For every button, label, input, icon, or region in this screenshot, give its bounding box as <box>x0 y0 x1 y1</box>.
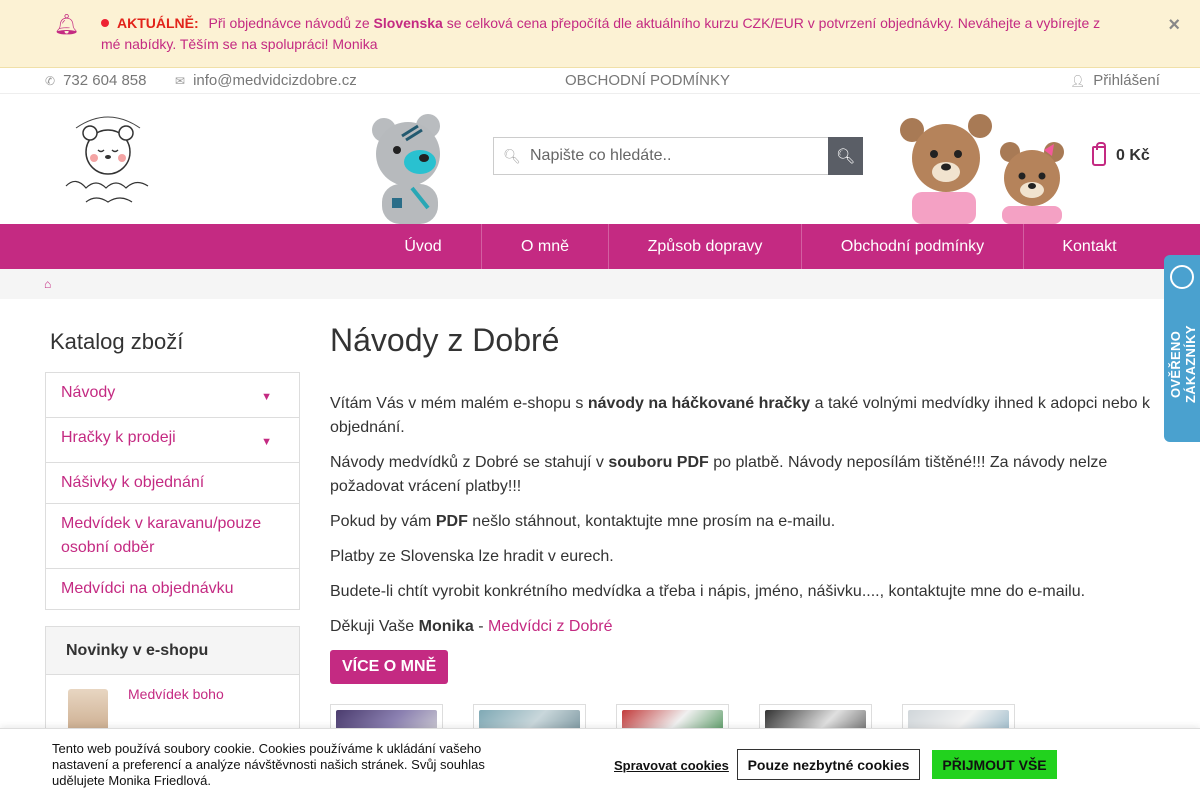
site-header: 🔍︎ 🔍︎ 0 Kč <box>0 94 1200 224</box>
cookie-banner: Tento web používá soubory cookie. Cookie… <box>0 728 1200 800</box>
signature-paragraph: Děkuji Vaše Monika - Medvídci z Dobré <box>330 618 613 635</box>
announcement-text: AKTUÁLNĚ: Při objednávce návodů ze Slove… <box>101 15 1101 52</box>
alert-dot-icon <box>101 19 109 27</box>
bell-icon: 🔔︎ <box>54 14 80 36</box>
terms-link[interactable]: OBCHODNÍ PODMÍNKY <box>565 72 730 89</box>
nav-item-home[interactable]: Úvod <box>365 224 481 269</box>
main-navigation: Úvod O mně Způsob dopravy Obchodní podmí… <box>0 224 1200 269</box>
main-content: Návody z Dobré Vítám Vás v mém malém e-s… <box>330 322 1160 684</box>
verified-by-customers-badge[interactable]: OVĚŘENO ZÁKAZNÍKY <box>1164 255 1200 442</box>
phone-link[interactable]: ✆ 732 604 858 <box>45 72 146 89</box>
page-title: Návody z Dobré <box>330 322 560 358</box>
nav-item-contact[interactable]: Kontakt <box>1023 224 1155 269</box>
catalog-title: Katalog zboží <box>50 329 184 354</box>
search-button[interactable]: 🔍︎ <box>828 137 863 175</box>
catalog-item-nasivky[interactable]: Nášivky k objednání <box>46 462 299 503</box>
catalog-item-navody[interactable]: Návody ▼ <box>46 373 299 417</box>
envelope-icon: ✉ <box>175 73 186 88</box>
intro-paragraph: Vítám Vás v mém malém e-shopu s návody n… <box>330 395 1150 436</box>
accept-all-button[interactable]: PŘIJMOUT VŠE <box>932 750 1057 779</box>
email-link[interactable]: ✉ info@medvidcizdobre.cz <box>175 72 357 89</box>
product-link[interactable]: Medvídek boho <box>128 686 224 702</box>
search-icon: 🔍︎ <box>503 147 521 164</box>
search-icon: 🔍︎ <box>835 148 856 165</box>
user-icon: 👤︎ <box>1070 73 1086 88</box>
payment-paragraph: Platby ze Slovenska lze hradit v eurech. <box>330 548 614 565</box>
nav-item-about[interactable]: O mně <box>481 224 608 269</box>
pdf-paragraph: Návody medvídků z Dobré se stahují v sou… <box>330 454 1108 495</box>
nav-item-shipping[interactable]: Způsob dopravy <box>608 224 801 269</box>
nav-item-terms[interactable]: Obchodní podmínky <box>801 224 1023 269</box>
cart-button[interactable]: 0 Kč <box>1092 142 1150 166</box>
bear-gray-image <box>372 114 440 224</box>
chevron-down-icon[interactable]: ▼ <box>261 430 272 454</box>
breadcrumb: ⌂ <box>0 269 1200 299</box>
cookie-message: Tento web používá soubory cookie. Cookie… <box>52 741 485 788</box>
pdf-help-paragraph: Pokud by vám PDF nešlo stáhnout, kontakt… <box>330 513 836 530</box>
cart-icon <box>1092 142 1106 166</box>
search-form: 🔍︎ 🔍︎ <box>493 137 863 175</box>
seal-icon <box>1170 265 1194 289</box>
custom-order-paragraph: Budete-li chtít vyrobit konkrétního medv… <box>330 583 1086 600</box>
chevron-down-icon[interactable]: ▼ <box>261 385 272 409</box>
search-box: 🔍︎ <box>493 137 828 175</box>
necessary-cookies-button[interactable]: Pouze nezbytné cookies <box>737 749 920 780</box>
top-utility-bar: ✆ 732 604 858 ✉ info@medvidcizdobre.cz O… <box>0 68 1200 94</box>
news-title: Novinky v e-shopu <box>46 627 299 675</box>
announcement-bar: 🔔︎ AKTUÁLNĚ: Při objednávce návodů ze Sl… <box>0 0 1200 68</box>
about-me-button[interactable]: VÍCE O MNĚ <box>330 650 449 684</box>
cart-amount: 0 Kč <box>1116 147 1150 164</box>
bears-couple-image <box>900 114 1064 224</box>
close-icon[interactable]: × <box>1168 14 1180 37</box>
phone-icon: ✆ <box>45 73 56 88</box>
login-link[interactable]: 👤︎ Přihlášení <box>1070 72 1160 89</box>
manage-cookies-link[interactable]: Spravovat cookies <box>614 758 729 773</box>
logo[interactable] <box>56 106 160 210</box>
shop-link[interactable]: Medvídci z Dobré <box>488 618 613 635</box>
search-input[interactable] <box>530 147 810 165</box>
catalog-menu: Návody ▼ Hračky k prodeji ▼ Nášivky k ob… <box>45 372 300 610</box>
home-icon[interactable]: ⌂ <box>44 277 54 291</box>
catalog-item-na-objednavku[interactable]: Medvídci na objednávku <box>46 568 299 609</box>
catalog-item-hracky[interactable]: Hračky k prodeji ▼ <box>46 417 299 462</box>
announcement-tag: AKTUÁLNĚ: <box>117 15 199 31</box>
catalog-item-karavan[interactable]: Medvídek v karavanu/pouze osobní odběr <box>46 503 299 568</box>
